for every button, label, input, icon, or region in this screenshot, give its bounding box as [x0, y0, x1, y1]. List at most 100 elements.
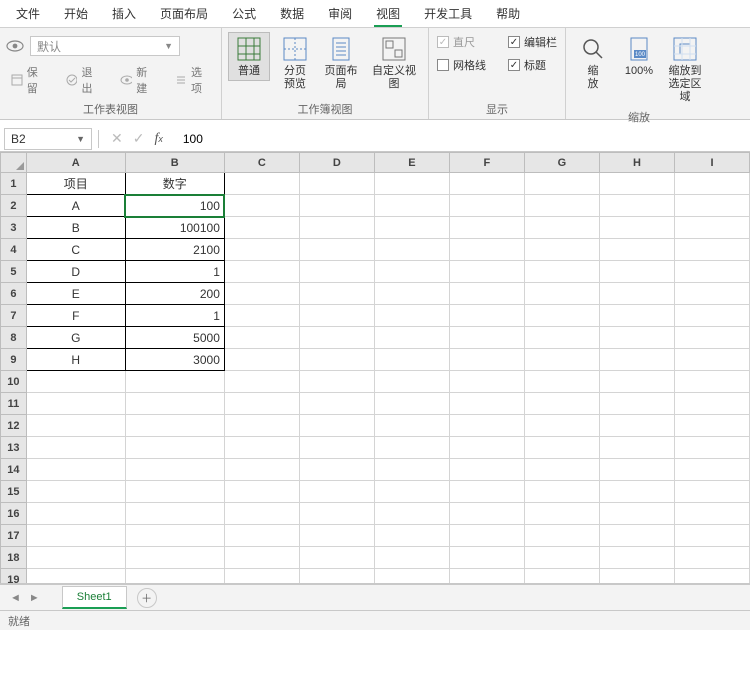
row-header[interactable]: 17: [1, 525, 27, 547]
cell[interactable]: [374, 525, 449, 547]
cell[interactable]: [299, 547, 374, 569]
cell[interactable]: [374, 173, 449, 195]
cell[interactable]: [374, 327, 449, 349]
cell[interactable]: [524, 437, 599, 459]
exit-button[interactable]: 退出: [61, 62, 106, 98]
cell[interactable]: [299, 481, 374, 503]
tab-nav-next[interactable]: ►: [29, 592, 40, 604]
cell[interactable]: [374, 349, 449, 371]
cell[interactable]: [374, 481, 449, 503]
zoom-button[interactable]: 缩 放: [572, 32, 614, 94]
cell[interactable]: [599, 239, 674, 261]
cell[interactable]: [599, 217, 674, 239]
row-header[interactable]: 8: [1, 327, 27, 349]
cell[interactable]: [674, 393, 749, 415]
col-header[interactable]: I: [674, 153, 749, 173]
cell[interactable]: [449, 459, 524, 481]
cell[interactable]: [599, 173, 674, 195]
cell[interactable]: B: [26, 217, 125, 239]
cell[interactable]: [26, 503, 125, 525]
cell[interactable]: [299, 503, 374, 525]
cell[interactable]: [524, 173, 599, 195]
cell[interactable]: [224, 327, 299, 349]
cell[interactable]: [674, 217, 749, 239]
col-header[interactable]: G: [524, 153, 599, 173]
cell[interactable]: A: [26, 195, 125, 217]
row-header[interactable]: 4: [1, 239, 27, 261]
formula-bar-checkbox[interactable]: ✓编辑栏: [506, 32, 559, 52]
cell[interactable]: [374, 195, 449, 217]
cell[interactable]: 100100: [125, 217, 224, 239]
gridlines-checkbox[interactable]: 网格线: [435, 55, 488, 75]
cell[interactable]: [674, 305, 749, 327]
select-all-cell[interactable]: [1, 153, 27, 173]
cell[interactable]: [299, 217, 374, 239]
cell[interactable]: E: [26, 283, 125, 305]
cell[interactable]: 3000: [125, 349, 224, 371]
cell[interactable]: [599, 437, 674, 459]
cell[interactable]: [224, 525, 299, 547]
cell[interactable]: [599, 393, 674, 415]
cell[interactable]: [599, 459, 674, 481]
tab-nav-prev[interactable]: ◄: [10, 592, 21, 604]
page-layout-view-button[interactable]: 页面布局: [320, 32, 362, 94]
row-header[interactable]: 9: [1, 349, 27, 371]
cell[interactable]: [125, 415, 224, 437]
cell[interactable]: [224, 481, 299, 503]
cell[interactable]: [374, 459, 449, 481]
cell[interactable]: [449, 481, 524, 503]
cell[interactable]: [449, 415, 524, 437]
cell[interactable]: [524, 415, 599, 437]
cell[interactable]: [524, 327, 599, 349]
cell[interactable]: [599, 569, 674, 585]
row-header[interactable]: 13: [1, 437, 27, 459]
cell[interactable]: 1: [125, 261, 224, 283]
cell[interactable]: [26, 547, 125, 569]
cell[interactable]: [224, 217, 299, 239]
cell[interactable]: [599, 525, 674, 547]
row-header[interactable]: 7: [1, 305, 27, 327]
cell[interactable]: [224, 393, 299, 415]
menu-item-3[interactable]: 页面布局: [148, 1, 220, 26]
cell[interactable]: [449, 195, 524, 217]
col-header[interactable]: F: [449, 153, 524, 173]
headings-checkbox[interactable]: ✓标题: [506, 55, 559, 75]
cell[interactable]: [674, 371, 749, 393]
cell[interactable]: [374, 393, 449, 415]
cell[interactable]: [224, 569, 299, 585]
cell[interactable]: [524, 503, 599, 525]
cell[interactable]: [374, 569, 449, 585]
menu-item-4[interactable]: 公式: [220, 1, 268, 26]
cell[interactable]: [674, 525, 749, 547]
cell[interactable]: [125, 547, 224, 569]
cell[interactable]: [449, 305, 524, 327]
cell[interactable]: [374, 547, 449, 569]
cell[interactable]: [224, 283, 299, 305]
menu-item-6[interactable]: 审阅: [316, 1, 364, 26]
cell[interactable]: [125, 503, 224, 525]
cell[interactable]: [224, 349, 299, 371]
menu-item-9[interactable]: 帮助: [484, 1, 532, 26]
cell[interactable]: [374, 283, 449, 305]
cancel-icon[interactable]: ✕: [111, 130, 123, 147]
cell[interactable]: [26, 415, 125, 437]
cell[interactable]: 5000: [125, 327, 224, 349]
cell[interactable]: [524, 481, 599, 503]
cell[interactable]: [26, 371, 125, 393]
cell[interactable]: [374, 371, 449, 393]
cell[interactable]: [449, 525, 524, 547]
cell[interactable]: [125, 459, 224, 481]
cell[interactable]: [299, 459, 374, 481]
cell[interactable]: [125, 525, 224, 547]
cell[interactable]: [674, 327, 749, 349]
normal-view-button[interactable]: 普通: [228, 32, 270, 81]
cell[interactable]: 100: [125, 195, 224, 217]
row-header[interactable]: 18: [1, 547, 27, 569]
cell[interactable]: [674, 283, 749, 305]
cell[interactable]: 200: [125, 283, 224, 305]
cell[interactable]: [674, 195, 749, 217]
cell[interactable]: [449, 503, 524, 525]
cell[interactable]: [524, 371, 599, 393]
zoom-to-selection-button[interactable]: 缩放到 选定区域: [664, 32, 706, 107]
cell[interactable]: [26, 481, 125, 503]
